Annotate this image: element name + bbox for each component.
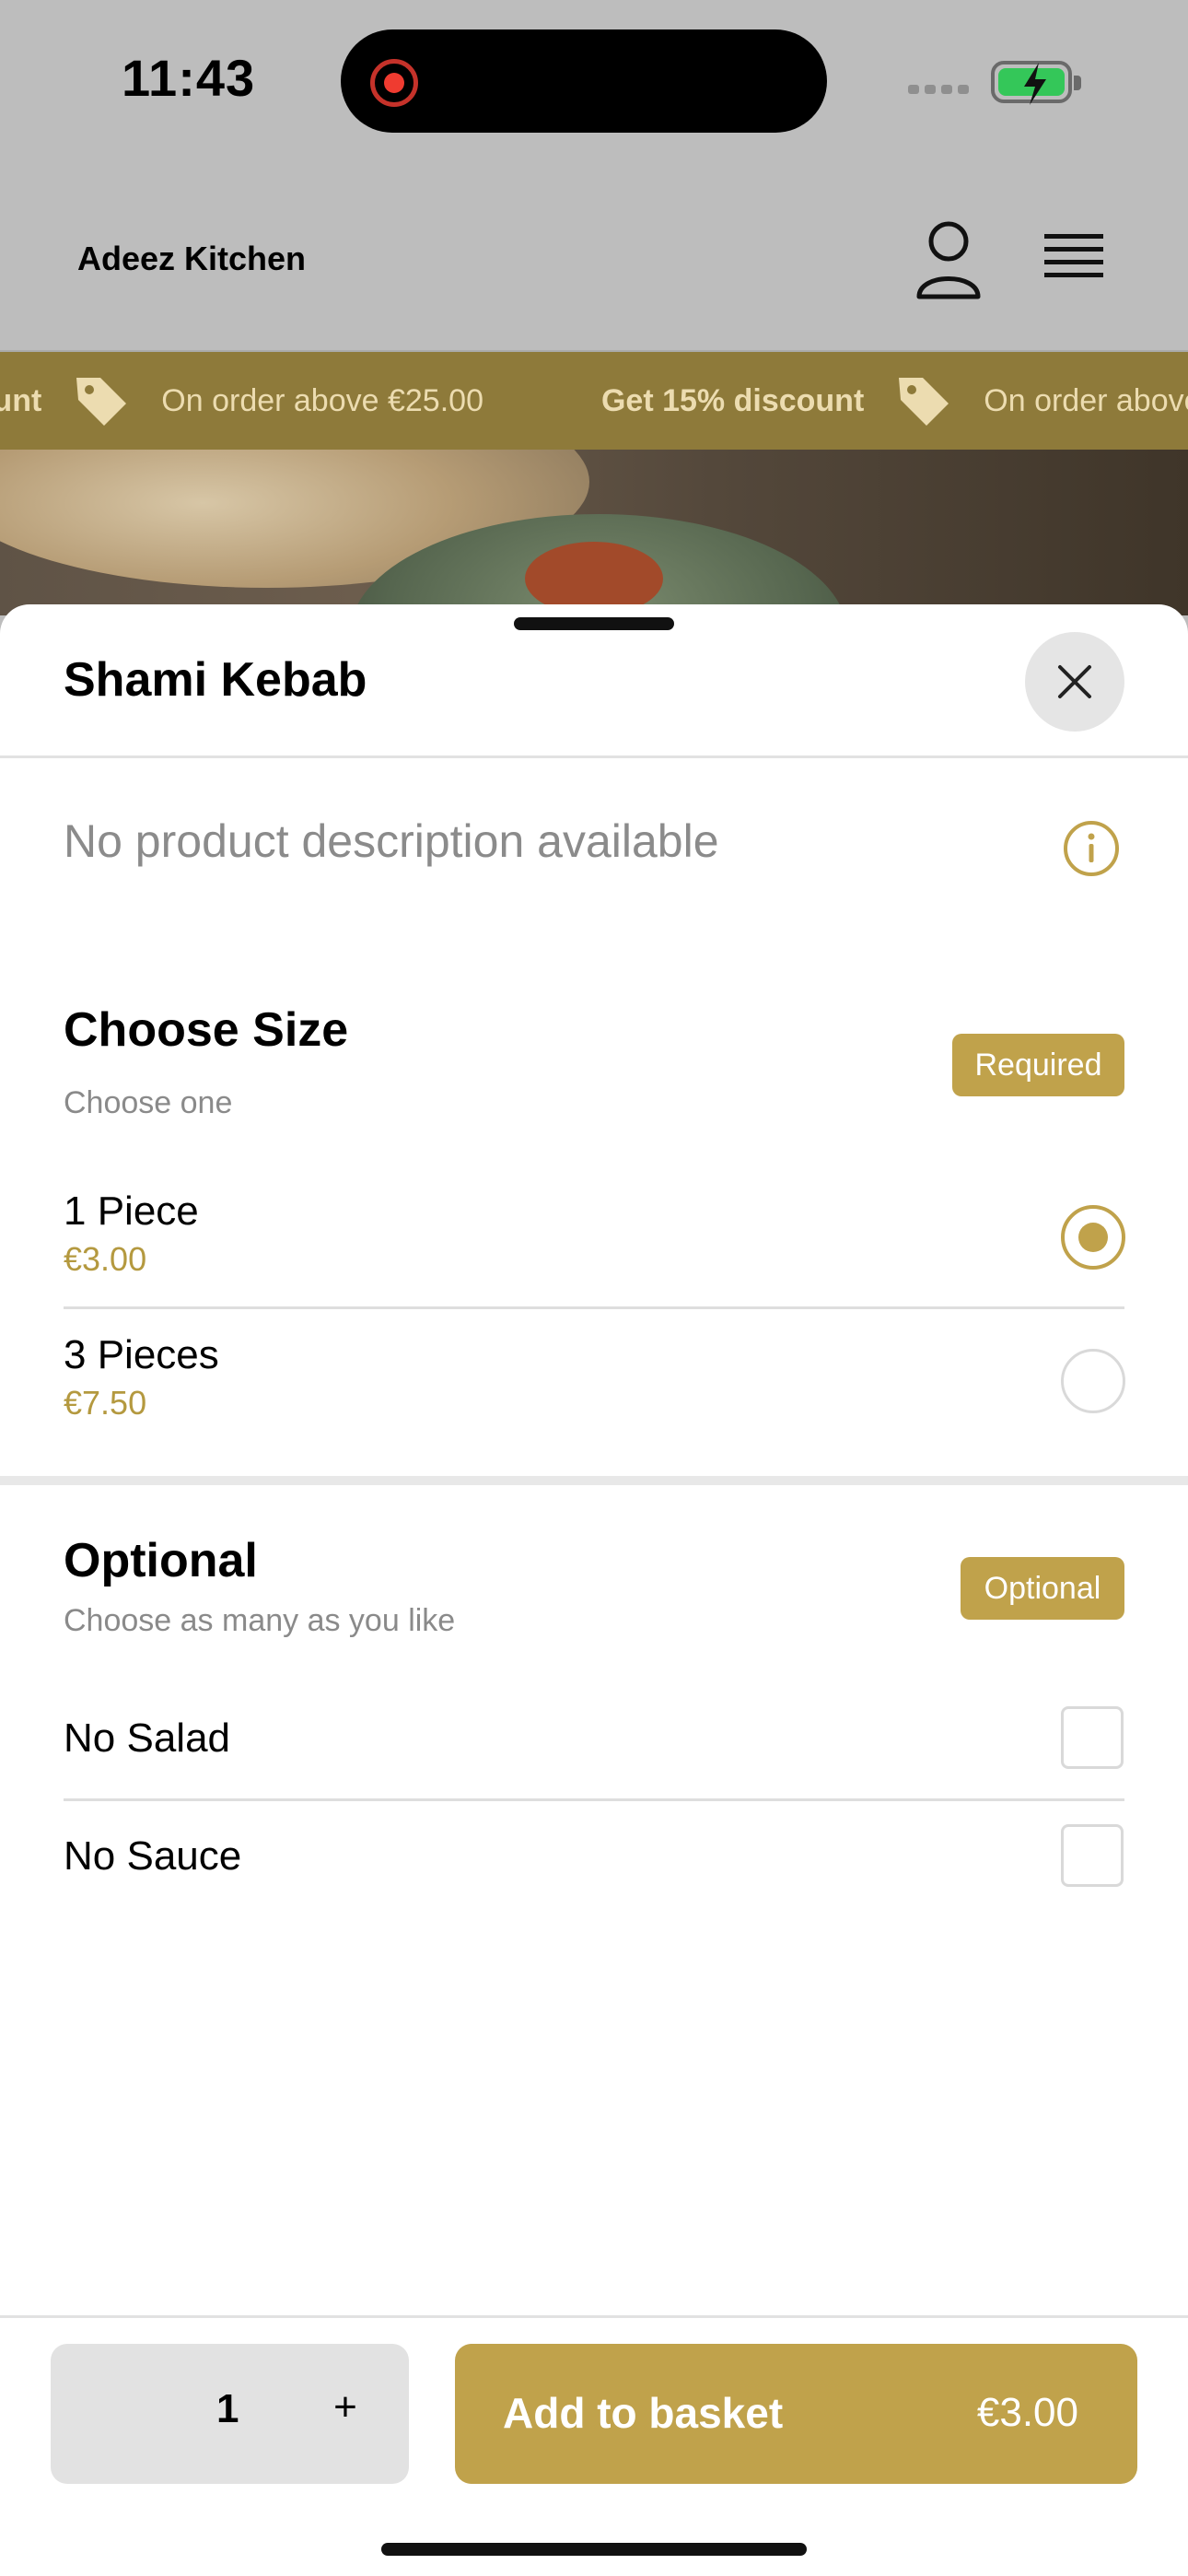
- info-icon[interactable]: [1063, 820, 1120, 877]
- product-description: No product description available: [64, 815, 719, 867]
- promo-subtitle: On order above €25.00: [984, 382, 1188, 418]
- option-name: No Sauce: [64, 1833, 242, 1879]
- close-button[interactable]: [1025, 632, 1124, 732]
- user-icon[interactable]: [912, 219, 985, 302]
- divider: [64, 1306, 1124, 1309]
- required-badge: Required: [952, 1034, 1124, 1096]
- promo-item: Get 15% discount On order above €25.00: [0, 370, 483, 431]
- sheet-grabber[interactable]: [514, 617, 674, 630]
- promo-subtitle: On order above €25.00: [161, 382, 483, 418]
- divider: [0, 755, 1188, 758]
- recording-indicator-icon: [370, 59, 418, 107]
- status-time: 11:43: [122, 49, 256, 107]
- dynamic-island: [341, 29, 827, 133]
- option-name: 1 Piece: [64, 1188, 199, 1234]
- signal-icon: [908, 85, 969, 94]
- basket-total: €3.00: [976, 2390, 1078, 2435]
- product-title: Shami Kebab: [64, 653, 367, 707]
- size-section-subtitle: Choose one: [64, 1085, 233, 1120]
- product-sheet: Shami Kebab No product description avail…: [0, 604, 1188, 2576]
- home-indicator[interactable]: [381, 2543, 807, 2556]
- app-header: Adeez Kitchen: [0, 166, 1188, 352]
- status-bar: 11:43: [0, 0, 1188, 166]
- checkbox[interactable]: [1061, 1824, 1124, 1887]
- tag-icon: [76, 378, 127, 426]
- optional-badge: Optional: [961, 1557, 1124, 1620]
- optional-section-title: Optional: [64, 1534, 258, 1587]
- increment-button[interactable]: +: [318, 2384, 373, 2430]
- section-divider: [0, 1476, 1188, 1485]
- quantity-stepper: 1 +: [51, 2344, 409, 2484]
- product-image: [0, 450, 1188, 615]
- brand-name[interactable]: Adeez Kitchen: [77, 240, 306, 278]
- add-to-basket-button[interactable]: Add to basket €3.00: [455, 2344, 1137, 2484]
- checkbox[interactable]: [1061, 1706, 1124, 1769]
- add-to-basket-label: Add to basket: [503, 2389, 784, 2437]
- menu-icon[interactable]: [1041, 228, 1107, 287]
- radio-button-selected[interactable]: [1061, 1205, 1125, 1270]
- option-name: No Salad: [64, 1715, 231, 1761]
- promo-title: Get 15% discount: [600, 382, 865, 418]
- promo-banner: Get 15% discount On order above €25.00 G…: [0, 352, 1188, 450]
- radio-button[interactable]: [1061, 1349, 1125, 1413]
- option-price: €3.00: [64, 1240, 147, 1278]
- option-price: €7.50: [64, 1384, 147, 1422]
- quantity-value: 1: [216, 2386, 239, 2431]
- promo-title: Get 15% discount: [0, 382, 42, 418]
- size-section-title: Choose Size: [64, 1003, 349, 1057]
- footer-divider: [0, 2315, 1188, 2318]
- tag-icon: [899, 378, 949, 426]
- battery-icon: [991, 61, 1081, 105]
- divider: [64, 1798, 1124, 1801]
- optional-section-subtitle: Choose as many as you like: [64, 1603, 456, 1638]
- promo-item: Get 15% discount On order above €25.00: [601, 370, 1188, 431]
- option-name: 3 Pieces: [64, 1332, 219, 1377]
- close-icon: [1058, 665, 1091, 698]
